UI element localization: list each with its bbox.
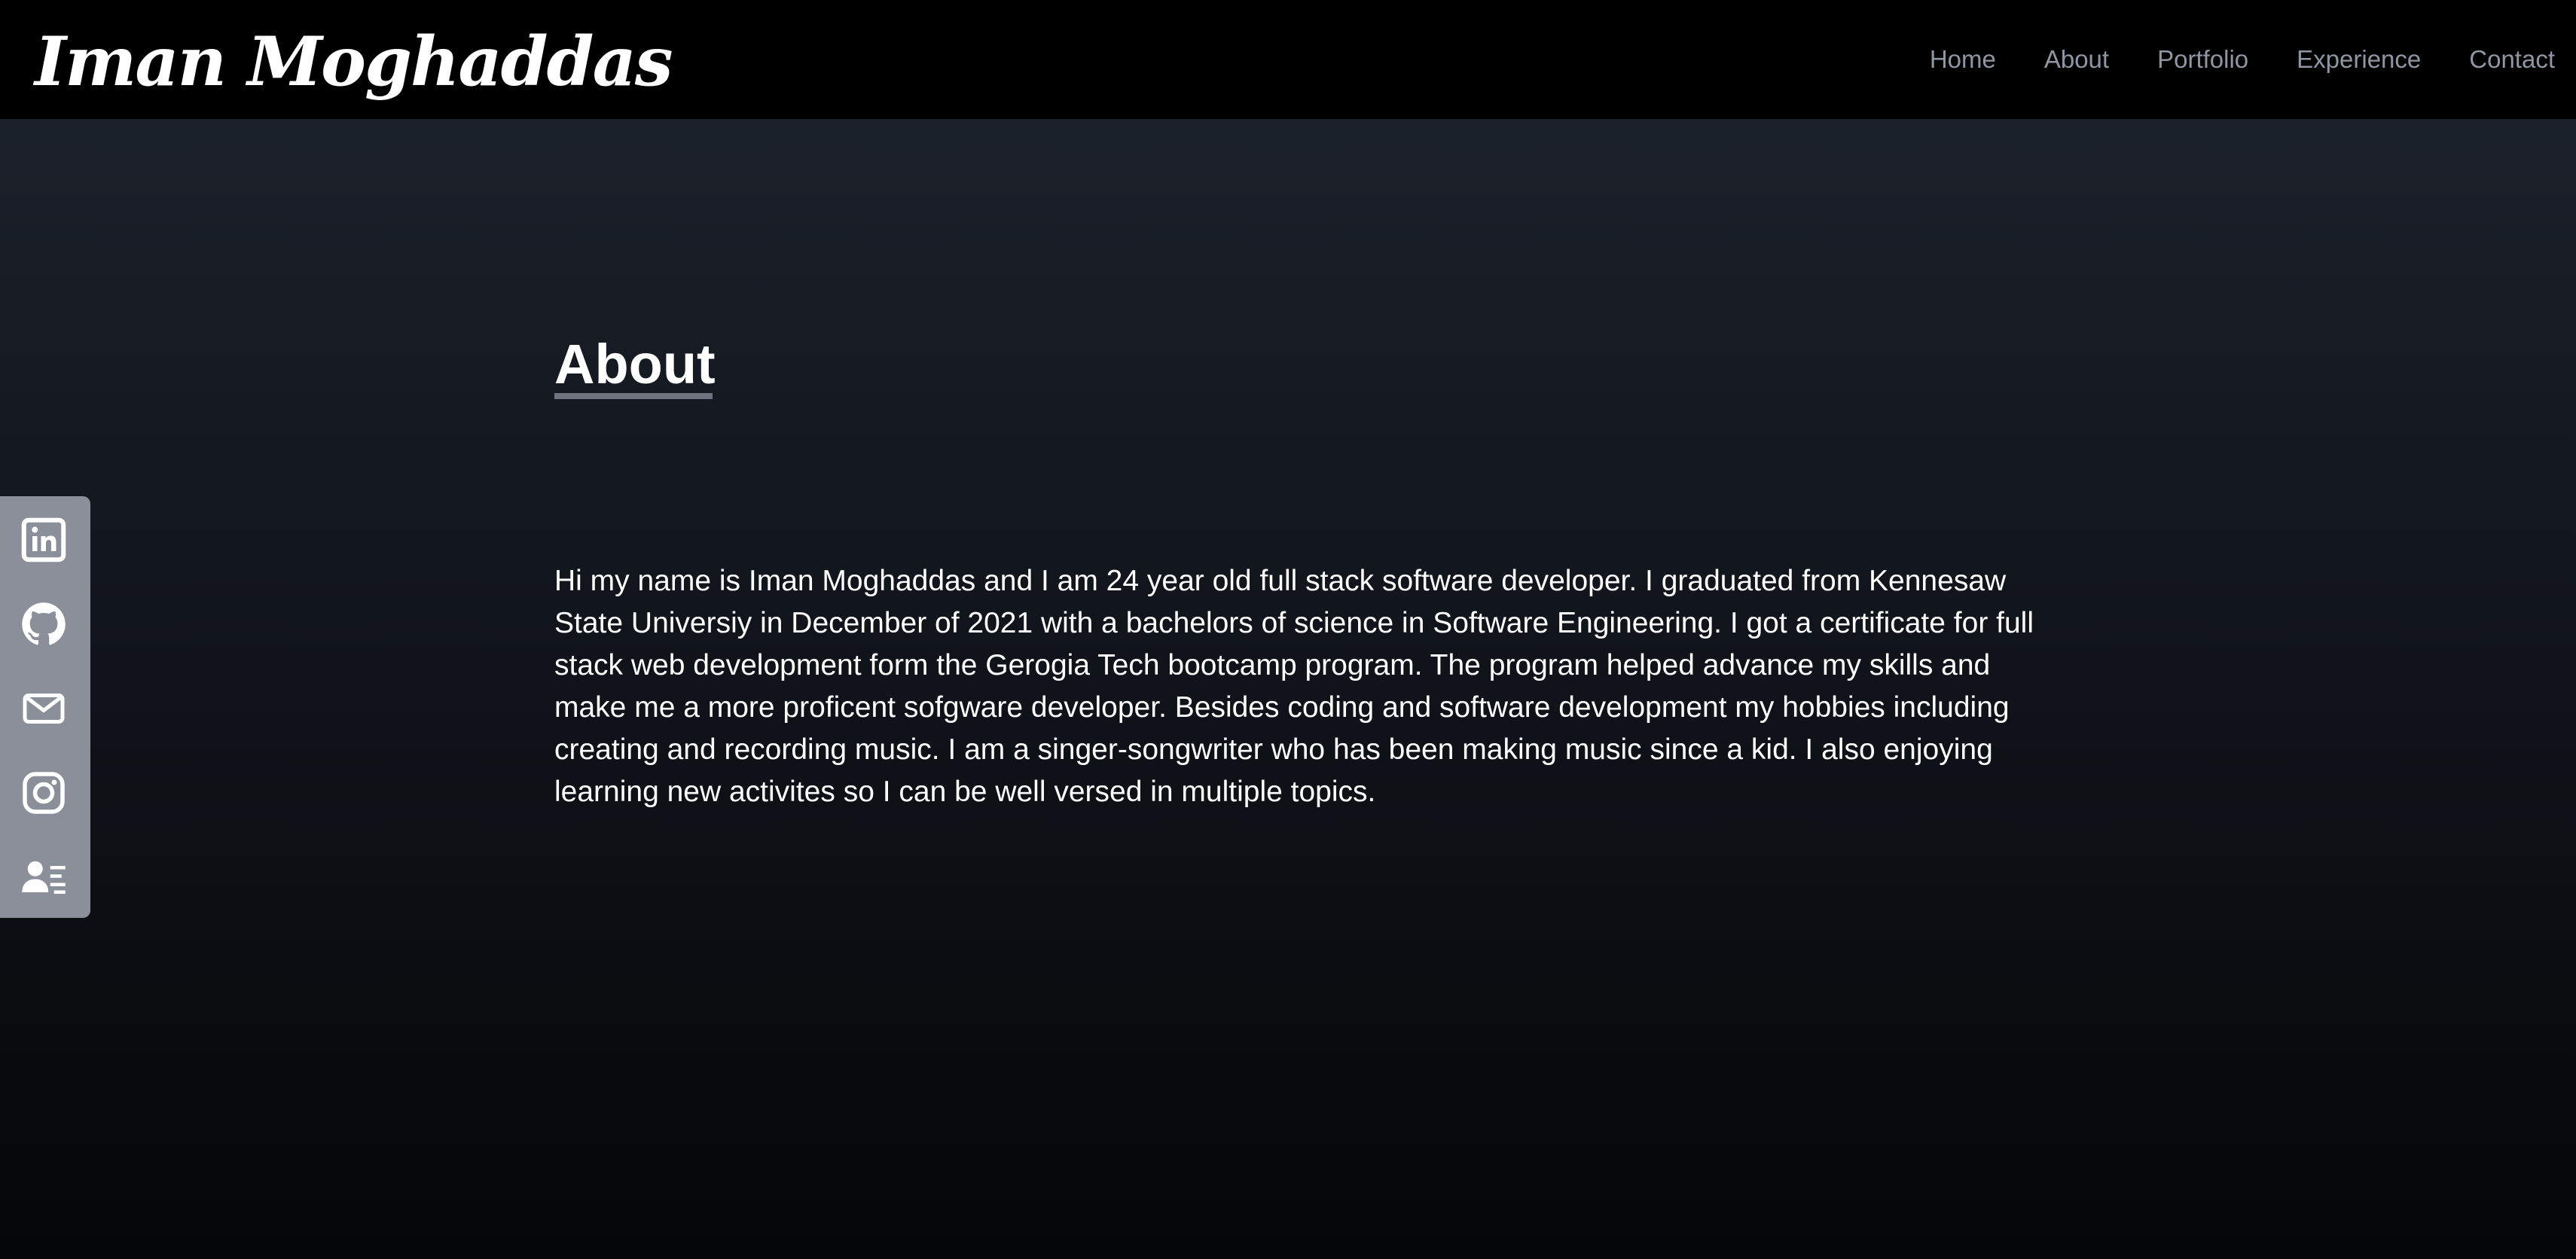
- github-link[interactable]: [20, 600, 68, 648]
- nav-home[interactable]: Home: [1930, 39, 1996, 80]
- github-icon: [22, 602, 66, 645]
- nav-about[interactable]: About: [2044, 39, 2109, 80]
- nav-portfolio[interactable]: Portfolio: [2157, 39, 2248, 80]
- social-sidebar: [0, 496, 90, 918]
- resume-icon: [22, 861, 66, 894]
- linkedin-icon: [21, 517, 66, 562]
- nav-experience[interactable]: Experience: [2297, 39, 2421, 80]
- about-paragraph: Hi my name is Iman Moghaddas and I am 24…: [554, 565, 2034, 808]
- linkedin-link[interactable]: [20, 516, 68, 564]
- resume-link[interactable]: [20, 853, 68, 901]
- about-heading: About: [554, 333, 716, 395]
- instagram-icon: [23, 772, 65, 814]
- top-navbar: Iman Moghaddas Home About Portfolio Expe…: [0, 0, 2576, 119]
- email-link[interactable]: [20, 684, 68, 733]
- mail-icon: [23, 694, 65, 724]
- nav-contact[interactable]: Contact: [2469, 39, 2555, 80]
- site-brand[interactable]: Iman Moghaddas: [35, 17, 673, 107]
- about-heading-underline: [554, 393, 713, 399]
- instagram-link[interactable]: [20, 769, 68, 817]
- main-nav: Home About Portfolio Experience Contact: [1930, 39, 2555, 80]
